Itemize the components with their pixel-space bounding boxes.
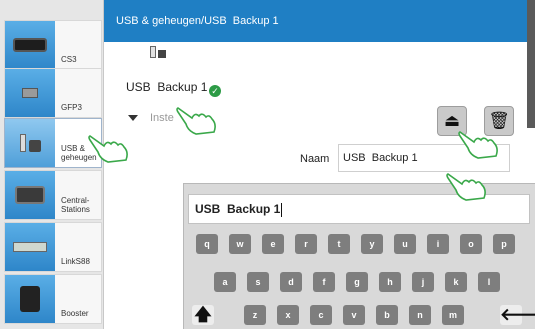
sidebar-item-label: Central-Stations	[61, 196, 90, 214]
sidebar-item-label: LinkS88	[61, 257, 90, 266]
sidebar-item-label: Booster	[61, 309, 89, 318]
eject-icon: ⏏	[443, 111, 461, 130]
key-u[interactable]: u	[394, 234, 416, 254]
keyboard-input-text: USB Backup 1	[195, 202, 281, 216]
usb-device-icon	[5, 119, 55, 167]
page-title: USB & geheugen/USB Backup 1	[116, 15, 279, 27]
key-n[interactable]: n	[409, 305, 431, 325]
backspace-icon: 🡐	[500, 305, 535, 324]
key-o[interactable]: o	[460, 234, 482, 254]
key-j[interactable]: j	[412, 272, 434, 292]
key-c[interactable]: c	[310, 305, 332, 325]
key-a[interactable]: a	[214, 272, 236, 292]
trash-icon: 🗑	[488, 111, 510, 130]
key-k[interactable]: k	[445, 272, 467, 292]
key-t[interactable]: t	[328, 234, 350, 254]
text-caret	[281, 202, 283, 217]
gfp3-device-icon	[5, 69, 55, 117]
window-edge	[527, 0, 535, 128]
sidebar-item-cs3[interactable]: CS3	[4, 20, 102, 70]
checkmark-icon: ✓	[209, 85, 221, 97]
key-p[interactable]: p	[493, 234, 515, 254]
key-w[interactable]: w	[229, 234, 251, 254]
touch-hand-icon	[176, 102, 218, 136]
delete-button[interactable]: 🗑	[484, 106, 514, 136]
booster-device-icon	[5, 275, 55, 323]
sidebar-item-label: GFP3	[61, 103, 82, 112]
shift-key[interactable]: 🡅	[192, 305, 214, 325]
key-v[interactable]: v	[343, 305, 365, 325]
key-l[interactable]: l	[478, 272, 500, 292]
sidebar-item-label: CS3	[61, 55, 77, 64]
name-field[interactable]: USB Backup 1	[338, 144, 510, 172]
shift-icon: 🡅	[194, 305, 212, 324]
key-m[interactable]: m	[442, 305, 464, 325]
device-sidebar: CS3 GFP3 USB & geheugen Central-Stations…	[0, 0, 104, 329]
links88-device-icon	[5, 223, 55, 271]
onscreen-keyboard: USB Backup 1 q w e r t y u i o p a s d f…	[183, 183, 535, 329]
sidebar-item-central-stations[interactable]: Central-Stations	[4, 170, 102, 220]
keyboard-text-input[interactable]: USB Backup 1	[188, 194, 530, 224]
sidebar-item-gfp3[interactable]: GFP3	[4, 68, 102, 118]
device-name[interactable]: USB Backup 1	[126, 80, 207, 94]
central-station-icon	[5, 171, 55, 219]
key-z[interactable]: z	[244, 305, 266, 325]
key-s[interactable]: s	[247, 272, 269, 292]
key-i[interactable]: i	[427, 234, 449, 254]
expand-triangle-icon[interactable]	[128, 115, 138, 121]
usb-device-icon	[150, 46, 166, 58]
sidebar-item-links88[interactable]: LinkS88	[4, 222, 102, 272]
key-x[interactable]: x	[277, 305, 299, 325]
backspace-key[interactable]: 🡐	[500, 305, 535, 325]
name-field-label: Naam	[300, 153, 330, 165]
key-q[interactable]: q	[196, 234, 218, 254]
eject-button[interactable]: ⏏	[437, 106, 467, 136]
cs3-device-icon	[5, 21, 55, 69]
key-r[interactable]: r	[295, 234, 317, 254]
sidebar-item-label: USB & geheugen	[61, 144, 97, 162]
key-g[interactable]: g	[346, 272, 368, 292]
sidebar-item-usb-geheugen[interactable]: USB & geheugen	[4, 118, 102, 168]
sidebar-item-booster[interactable]: Booster	[4, 274, 102, 324]
key-d[interactable]: d	[280, 272, 302, 292]
key-f[interactable]: f	[313, 272, 335, 292]
settings-section-label[interactable]: Inste	[150, 112, 174, 124]
key-h[interactable]: h	[379, 272, 401, 292]
key-y[interactable]: y	[361, 234, 383, 254]
key-b[interactable]: b	[376, 305, 398, 325]
key-e[interactable]: e	[262, 234, 284, 254]
title-bar: USB & geheugen/USB Backup 1	[104, 0, 535, 42]
